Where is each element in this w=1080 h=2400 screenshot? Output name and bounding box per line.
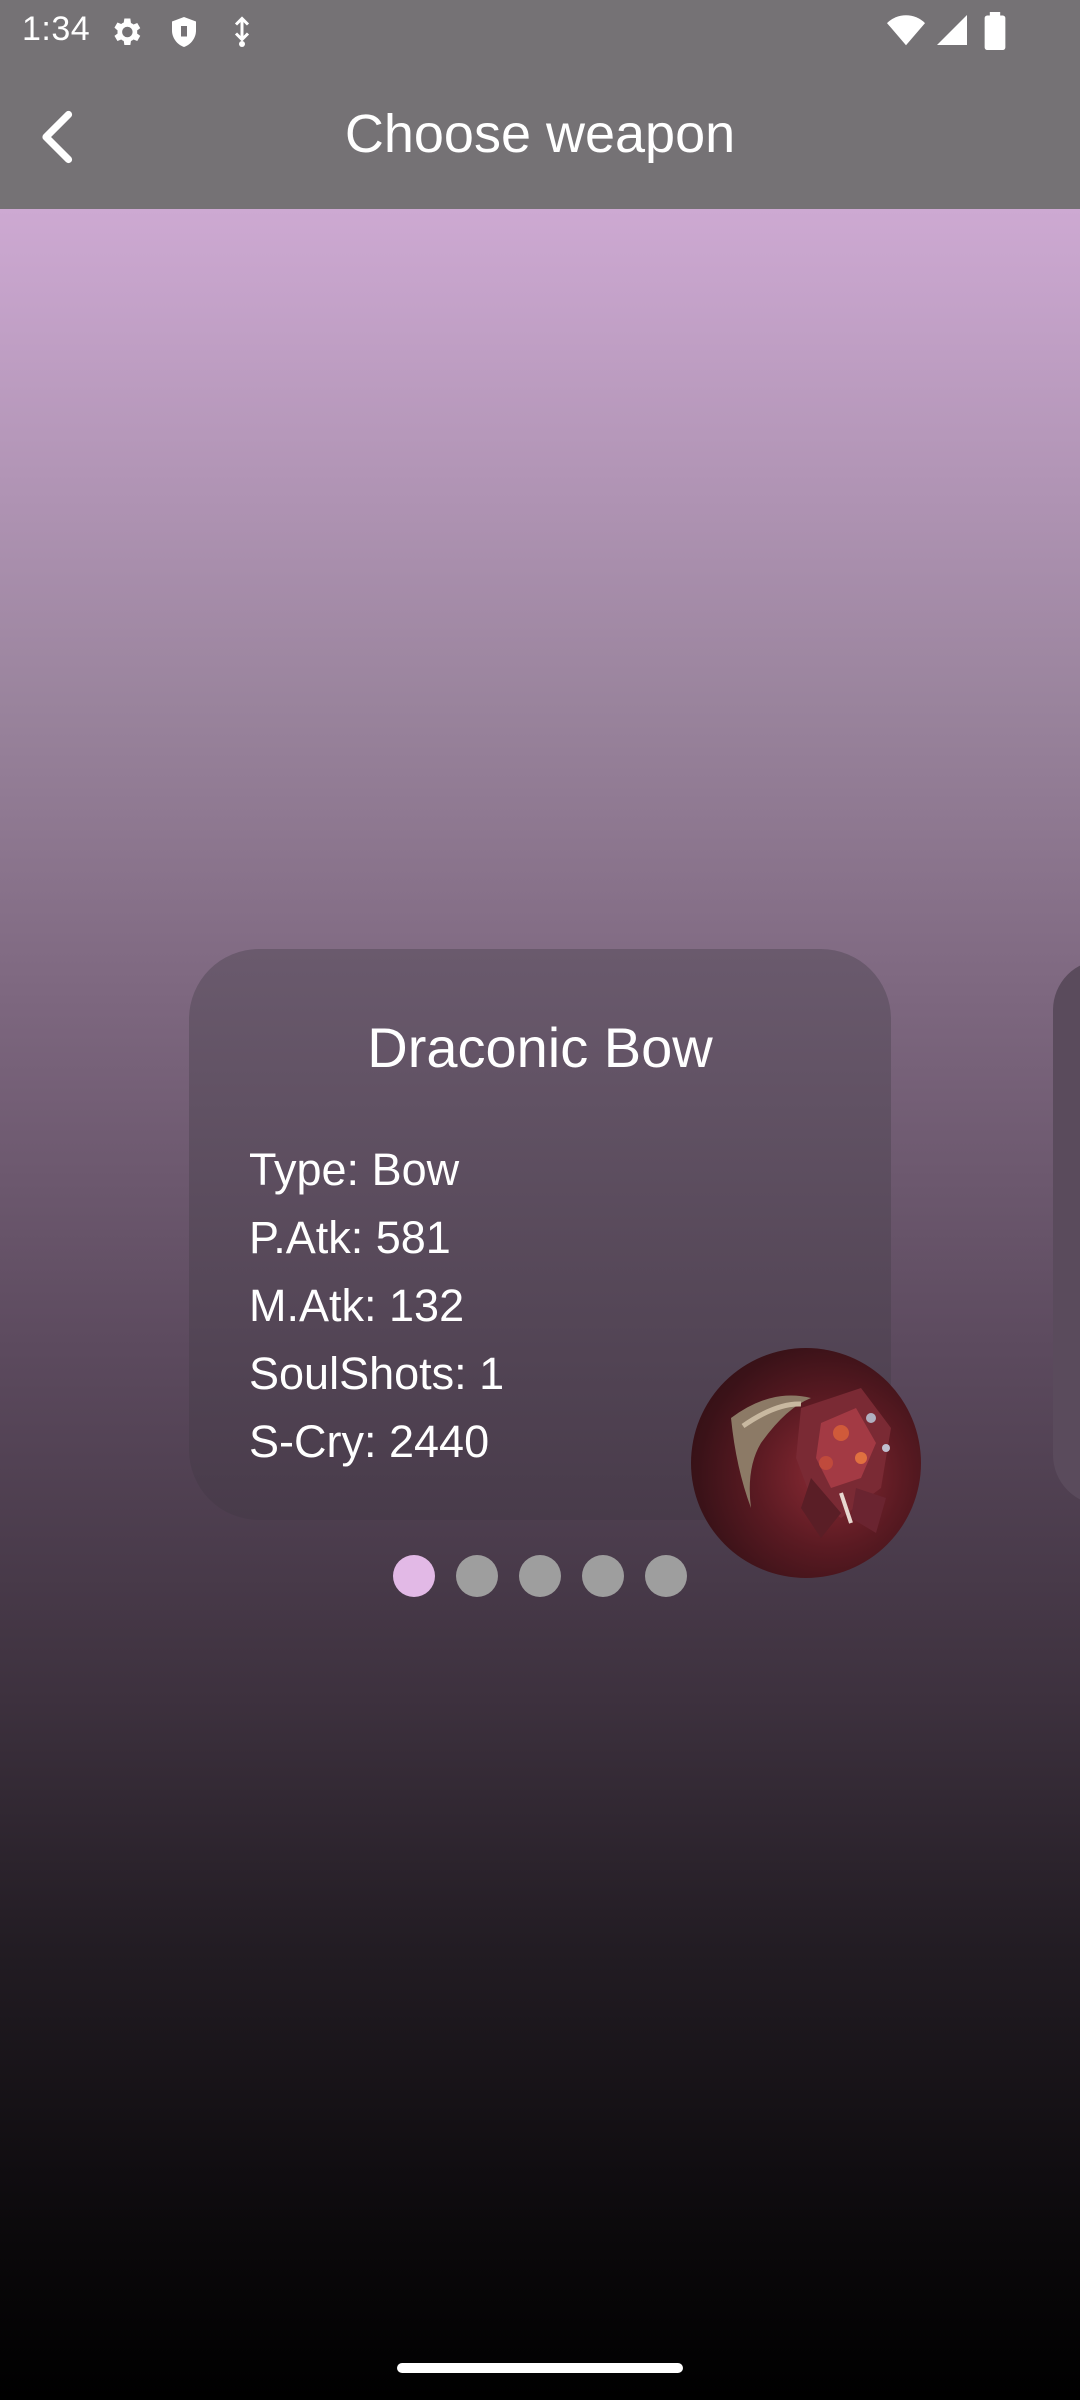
page-dot-5[interactable] bbox=[645, 1555, 687, 1597]
weapon-carousel[interactable]: Draconic Bow Type: Bow P.Atk: 581 M.Atk:… bbox=[0, 0, 1080, 2400]
stat-type: Type: Bow bbox=[249, 1144, 460, 1195]
weapon-name: Draconic Bow bbox=[367, 1016, 713, 1079]
page-dot-3[interactable] bbox=[519, 1555, 561, 1597]
page-indicator bbox=[0, 1555, 1080, 1597]
stat-scry: S-Cry: 2440 bbox=[249, 1416, 490, 1467]
weapon-stats: Type: Bow P.Atk: 581 M.Atk: 132 SoulShot… bbox=[249, 1136, 504, 1476]
home-indicator[interactable] bbox=[397, 2363, 683, 2373]
stat-matk: M.Atk: 132 bbox=[249, 1280, 465, 1331]
screen: 1:34 Choose weapon Draconic Bow Type: Bo… bbox=[0, 0, 1080, 2400]
stat-patk: P.Atk: 581 bbox=[249, 1212, 451, 1263]
draconic-bow-image bbox=[691, 1348, 921, 1578]
page-dot-4[interactable] bbox=[582, 1555, 624, 1597]
page-dot-2[interactable] bbox=[456, 1555, 498, 1597]
page-dot-1[interactable] bbox=[393, 1555, 435, 1597]
next-weapon-card[interactable] bbox=[1053, 960, 1080, 1505]
stat-soulshots: SoulShots: 1 bbox=[249, 1348, 505, 1399]
